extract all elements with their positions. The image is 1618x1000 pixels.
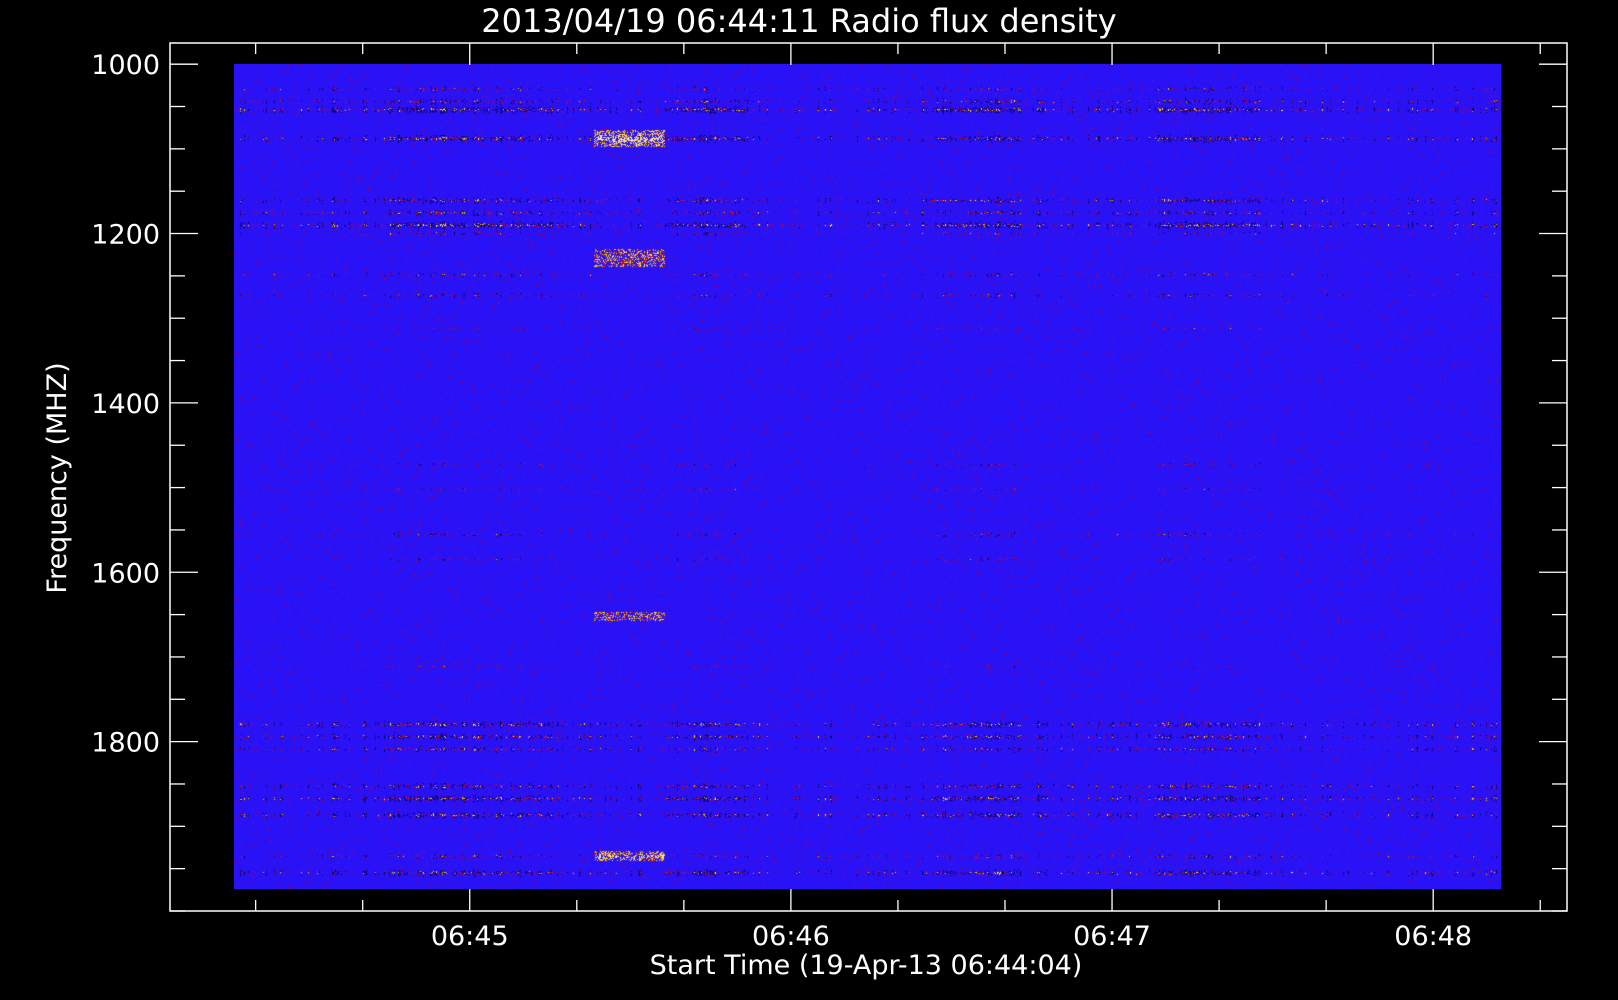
y-tick-label: 1000 [91, 50, 160, 81]
y-tick-label: 1200 [91, 220, 160, 251]
y-tick-label: 1800 [91, 728, 160, 759]
x-tick-label: 06:48 [1394, 921, 1472, 952]
y-axis-label: Frequency (MHZ) [42, 362, 73, 593]
spectrogram-heatmap [234, 64, 1501, 889]
x-tick-label: 06:45 [431, 921, 509, 952]
spectrogram-figure: 2013/04/19 06:44:11 Radio flux density 0… [0, 0, 1618, 1000]
y-tick-label: 1400 [91, 389, 160, 420]
x-axis-label: Start Time (19-Apr-13 06:44:04) [650, 950, 1083, 981]
chart-title: 2013/04/19 06:44:11 Radio flux density [481, 2, 1116, 40]
x-tick-label: 06:46 [752, 921, 830, 952]
radio-spectrogram-chart: 2013/04/19 06:44:11 Radio flux density 0… [42, 2, 1568, 981]
plot-area: 06:45 06:46 06:47 06:48 1000 1200 1400 1600 180… [91, 42, 1568, 952]
x-tick-label: 06:47 [1073, 921, 1151, 952]
y-tick-label: 1600 [91, 558, 160, 589]
